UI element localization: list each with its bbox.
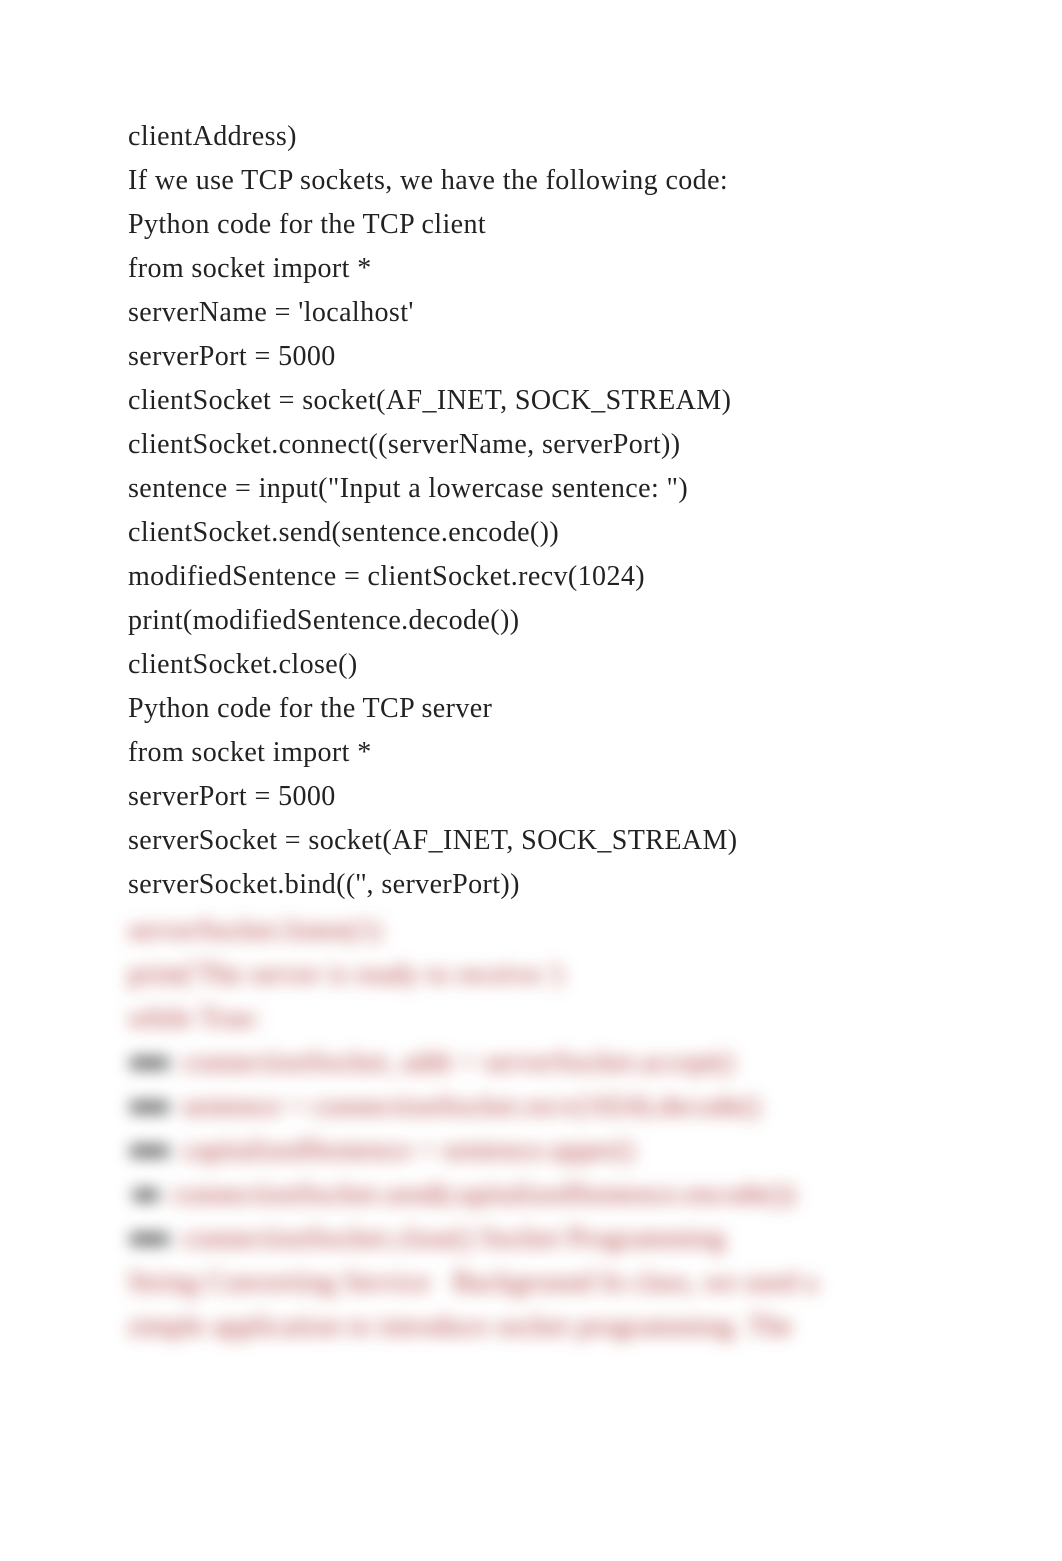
blurred-line: serverSocket.listen(1) [128, 909, 952, 953]
code-line: clientSocket.send(sentence.encode()) [128, 511, 952, 555]
blurred-line: ●●● connectionSocket, addr = serverSocke… [128, 1041, 952, 1085]
blurred-line: ●●● capitalizedSentence = sentence.upper… [128, 1129, 952, 1173]
code-line: Python code for the TCP server [128, 687, 952, 731]
blurred-line: ●● connectionSocket.send(capitalizedSent… [128, 1173, 952, 1217]
indent-dots-icon: ●●● [128, 1041, 170, 1085]
code-line: clientSocket.close() [128, 643, 952, 687]
code-line: from socket import * [128, 247, 952, 291]
code-line: serverName = 'localhost' [128, 291, 952, 335]
code-line: from socket import * [128, 731, 952, 775]
blurred-line: simple application to introduce socket p… [128, 1305, 952, 1349]
code-line: clientAddress) [128, 115, 952, 159]
code-line: serverSocket = socket(AF_INET, SOCK_STRE… [128, 819, 952, 863]
blurred-line: ●●● sentence = connectionSocket.recv(102… [128, 1085, 952, 1129]
code-line: serverPort = 5000 [128, 775, 952, 819]
code-line: sentence = input("Input a lowercase sent… [128, 467, 952, 511]
blurred-line: String Converting Service Background In … [128, 1261, 952, 1305]
code-line: If we use TCP sockets, we have the follo… [128, 159, 952, 203]
code-line: serverSocket.bind(('', serverPort)) [128, 863, 952, 907]
code-line: Python code for the TCP client [128, 203, 952, 247]
indent-dots-icon: ●●● [128, 1217, 170, 1261]
code-line: clientSocket = socket(AF_INET, SOCK_STRE… [128, 379, 952, 423]
code-line: clientSocket.connect((serverName, server… [128, 423, 952, 467]
blurred-line: print('The server is ready to receive.') [128, 953, 952, 997]
blurred-preview-block: serverSocket.listen(1) print('The server… [0, 909, 1062, 1349]
document-text-block: clientAddress) If we use TCP sockets, we… [0, 0, 1062, 907]
indent-dots-icon: ●●● [128, 1085, 170, 1129]
indent-dots-icon: ●● [128, 1173, 160, 1217]
blurred-line: ●●● connectionSocket.close() Socket Prog… [128, 1217, 952, 1261]
blurred-line: while True: [128, 997, 952, 1041]
code-line: print(modifiedSentence.decode()) [128, 599, 952, 643]
indent-dots-icon: ●●● [128, 1129, 170, 1173]
code-line: serverPort = 5000 [128, 335, 952, 379]
code-line: modifiedSentence = clientSocket.recv(102… [128, 555, 952, 599]
